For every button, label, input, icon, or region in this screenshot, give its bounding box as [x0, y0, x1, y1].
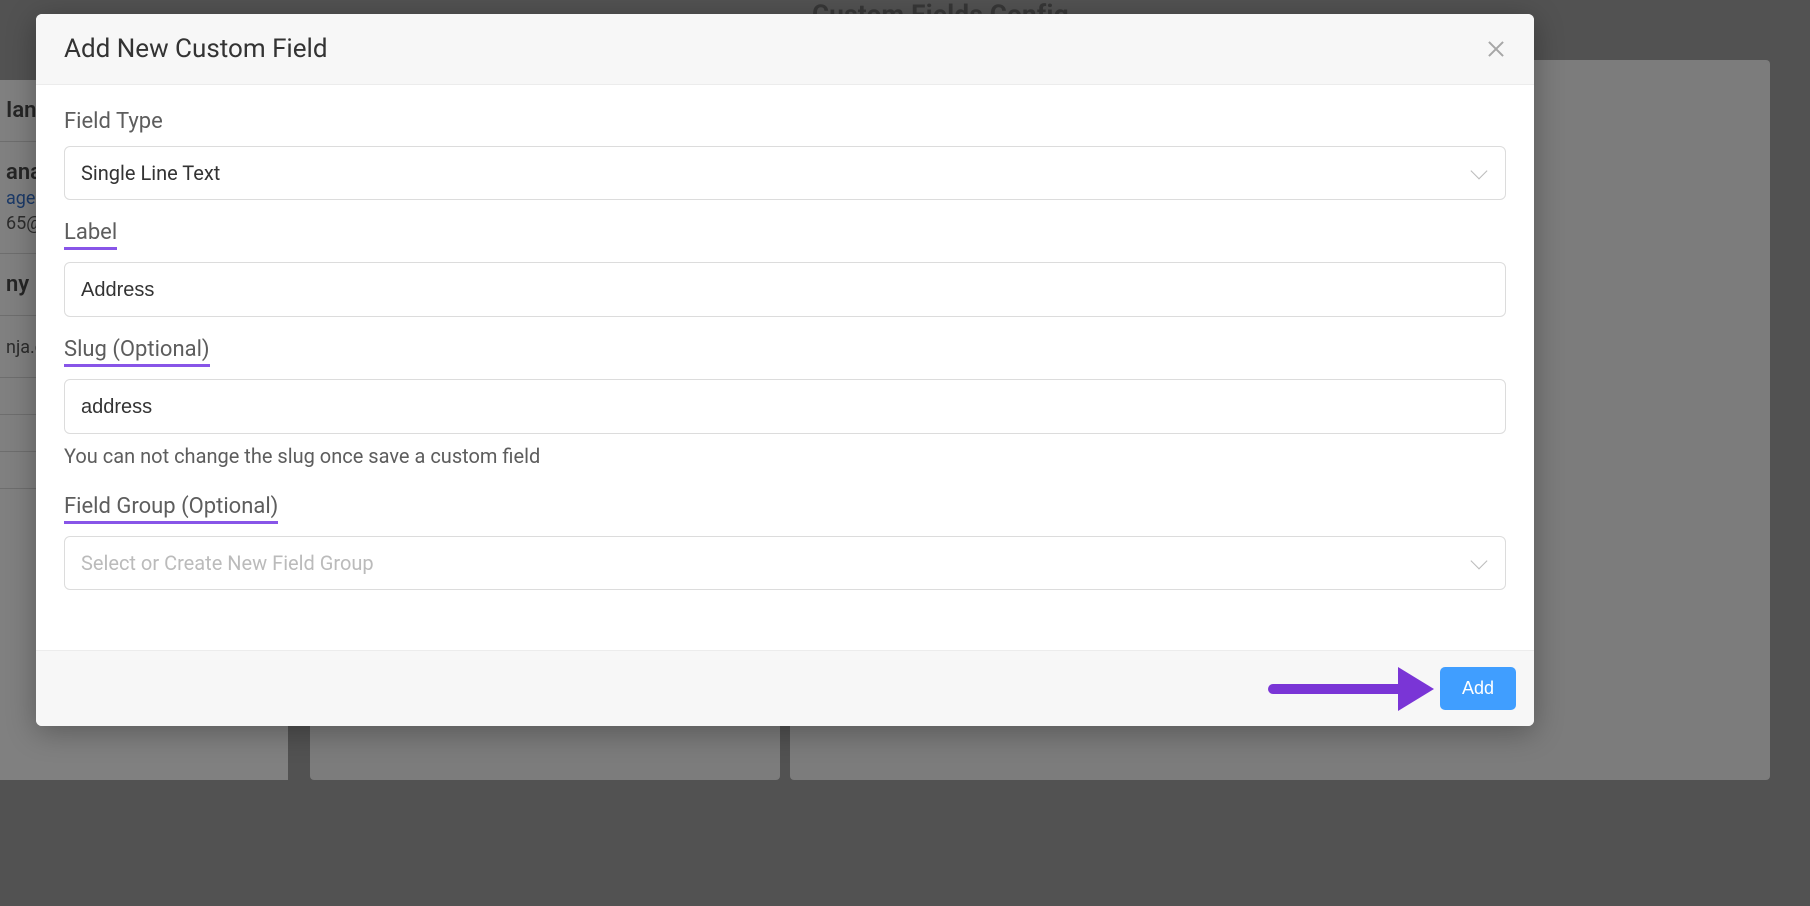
field-type-group: Field Type Single Line Text	[64, 109, 1506, 200]
field-type-select[interactable]: Single Line Text	[64, 146, 1506, 200]
slug-hint: You can not change the slug once save a …	[64, 444, 1506, 468]
field-type-value: Single Line Text	[81, 161, 220, 185]
field-group-group: Field Group (Optional) Select or Create …	[64, 494, 1506, 590]
arrow-annotation	[1268, 667, 1434, 711]
chevron-down-icon	[1471, 163, 1488, 180]
close-icon[interactable]	[1486, 39, 1506, 59]
field-group-select[interactable]: Select or Create New Field Group	[64, 536, 1506, 590]
modal-header: Add New Custom Field	[36, 14, 1534, 85]
chevron-down-icon	[1471, 553, 1488, 570]
field-group-label: Field Group (Optional)	[64, 494, 278, 524]
modal-footer: Add	[36, 650, 1534, 726]
arrow-shaft	[1268, 684, 1398, 694]
slug-input-wrapper	[64, 379, 1506, 434]
modal-title: Add New Custom Field	[64, 34, 328, 64]
slug-field-label: Slug (Optional)	[64, 337, 210, 367]
arrow-head-icon	[1398, 667, 1434, 711]
modal-body: Field Type Single Line Text Label Slug (…	[36, 85, 1534, 650]
add-custom-field-modal: Add New Custom Field Field Type Single L…	[36, 14, 1534, 726]
slug-group: Slug (Optional) You can not change the s…	[64, 337, 1506, 468]
label-input[interactable]	[81, 279, 1489, 302]
field-group-placeholder: Select or Create New Field Group	[81, 551, 374, 575]
label-input-wrapper	[64, 262, 1506, 317]
field-type-label: Field Type	[64, 109, 163, 134]
slug-input[interactable]	[81, 396, 1489, 419]
label-group: Label	[64, 220, 1506, 317]
add-button[interactable]: Add	[1440, 667, 1516, 710]
label-field-label: Label	[64, 220, 117, 250]
